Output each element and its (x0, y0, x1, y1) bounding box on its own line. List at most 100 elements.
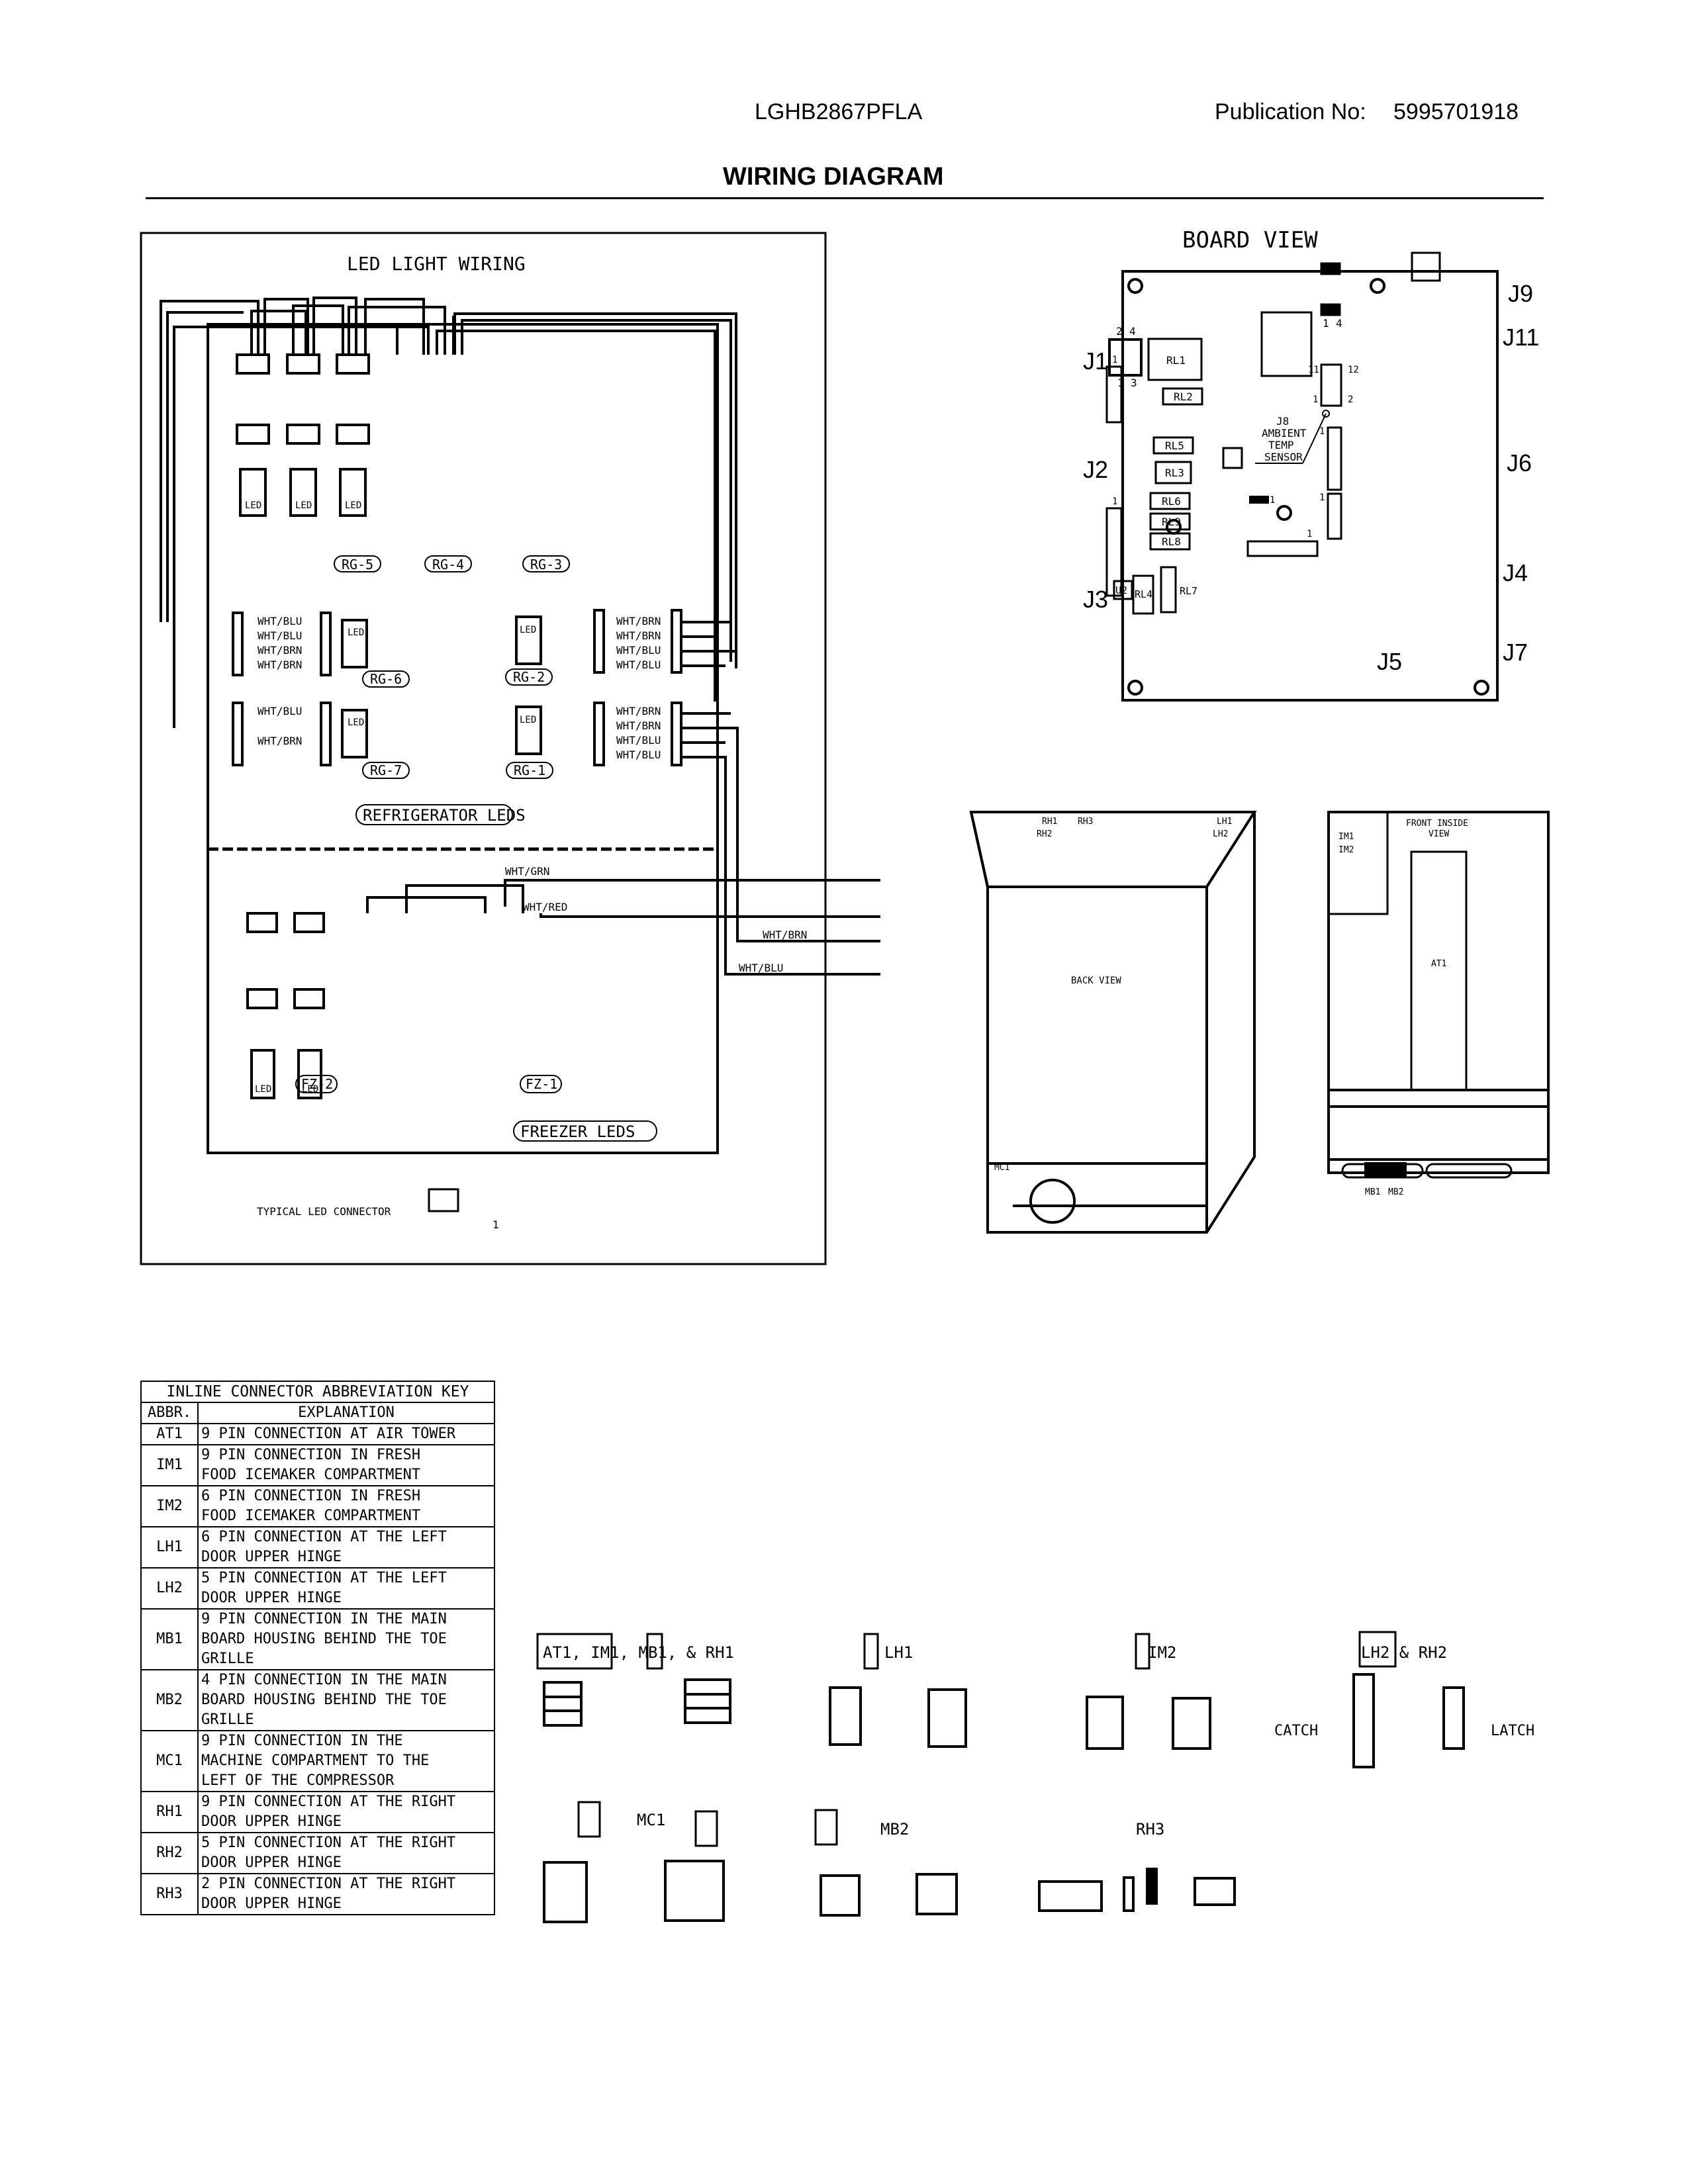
j6-pin: 12 (1348, 365, 1359, 375)
control-board (1121, 270, 1499, 702)
wire-wht-red (539, 913, 880, 918)
j6-pin: 1 (1313, 394, 1318, 405)
rl2-label: RL2 (1174, 390, 1193, 403)
catch-label: CATCH (1274, 1723, 1318, 1739)
table-row: RH3 2 PIN CONNECTION AT THE RIGHT DOOR UP… (140, 1873, 495, 1915)
conn-group-label: LH1 (884, 1643, 913, 1662)
icemaker-compartment (1327, 811, 1389, 915)
j9-label: J9 (1508, 280, 1533, 307)
connector-view-lh2-rh2 (1352, 1673, 1465, 1768)
rl8-label: RL8 (1162, 535, 1181, 548)
table-row: MC1 9 PIN CONNECTION IN THE MACHINE COMPA… (140, 1730, 495, 1792)
table-row: LH1 6 PIN CONNECTION AT THE LEFT DOOR UPP… (140, 1526, 495, 1569)
connector-view-rh3 (1038, 1868, 1236, 1912)
j2-pin: 1 (1112, 355, 1117, 365)
typical-led-connector-icon (428, 1188, 459, 1212)
board-chip (1222, 447, 1243, 469)
abbr: RH3 (140, 1873, 199, 1915)
j6-label: J6 (1507, 449, 1532, 477)
wire-label-wht-brn: WHT/BRN (763, 929, 807, 941)
mb-connector (1364, 1162, 1407, 1178)
connector-rg7-plug (320, 702, 332, 766)
compressor (1029, 1179, 1076, 1224)
u2-label: U2 (1115, 584, 1127, 596)
wire (366, 896, 487, 913)
mount-hole (1127, 680, 1143, 696)
led-label: LED (295, 500, 312, 511)
wire-label: WHT/BRN (616, 629, 661, 642)
connector-rg4-top (286, 353, 320, 517)
j4-connector (1327, 426, 1342, 491)
conn-group-label: MC1 (637, 1811, 665, 1829)
wire (166, 311, 244, 622)
abbreviation-key-table: INLINE CONNECTOR ABBREVIATION KEY ABBR. … (140, 1381, 495, 1915)
table-row: MB1 9 PIN CONNECTION IN THE MAIN BOARD HO… (140, 1608, 495, 1670)
j1-pin: 3 (1131, 377, 1137, 389)
rl6-label: RL6 (1162, 495, 1181, 508)
key-table-title: INLINE CONNECTOR ABBREVIATION KEY (140, 1381, 495, 1403)
wire-label: WHT/BLU (258, 705, 302, 717)
led-label: LED (245, 500, 261, 511)
rg2-label: RG-2 (513, 669, 545, 685)
led-label: LED (348, 717, 364, 728)
mount-hole (1370, 278, 1385, 294)
j3-pin: 1 (1112, 496, 1117, 507)
j1-label: J1 (1083, 347, 1108, 375)
rl4-label: RL4 (1135, 588, 1152, 600)
rl7-label: RL7 (1180, 585, 1197, 597)
connector-view-mc1 (543, 1860, 725, 1923)
j6-pin: 11 (1308, 365, 1319, 375)
connector-view-lh1 (829, 1686, 967, 1748)
tag-rh2: RH2 (1037, 829, 1052, 839)
wire (160, 300, 259, 622)
sensor-label: SENSOR (1264, 451, 1303, 463)
back-view-outline (970, 811, 1256, 1234)
table-row: RH1 9 PIN CONNECTION AT THE RIGHT DOOR UP… (140, 1791, 495, 1833)
connector-fz1-plug (293, 988, 325, 1009)
connector-rg6-left (232, 612, 244, 676)
wire (292, 304, 344, 355)
connector-rg7-left (232, 702, 244, 766)
relay-rl7 (1160, 566, 1177, 614)
led-label: LED (520, 715, 536, 725)
back-view-title: BACK VIEW (1071, 976, 1121, 986)
wire-label: WHT/BLU (258, 629, 302, 642)
led-label: LED (255, 1084, 271, 1095)
typical-led-connector-label: TYPICAL LED CONNECTOR (257, 1205, 391, 1218)
rg3-label: RG-3 (530, 557, 562, 572)
wire-label: WHT/BRN (258, 735, 302, 747)
wire-label: WHT/BRN (616, 615, 661, 627)
j2-label: J2 (1083, 456, 1108, 483)
wire-label-wht-grn: WHT/GRN (505, 865, 549, 878)
connector-rg5-top (236, 353, 270, 517)
j4-label: J4 (1503, 559, 1528, 586)
j11-pin: 1 (1323, 317, 1329, 330)
three-pin-header (1249, 496, 1269, 504)
j5-pin: 1 (1307, 529, 1312, 539)
j1-pin: 4 (1129, 325, 1136, 338)
rg4-label: RG-4 (432, 557, 464, 572)
abbr: IM2 (140, 1485, 199, 1527)
connector-rg6-plug (320, 612, 332, 676)
connector-rg1-right (671, 702, 682, 766)
tag-rh3: RH3 (1078, 817, 1093, 827)
connector-rg2-plug (593, 609, 605, 674)
connector-rg1-plug (593, 702, 605, 766)
connector-fz2-plug (246, 988, 278, 1009)
led-rg1 (515, 705, 542, 755)
led-label: LED (345, 500, 361, 511)
wire-label: WHT/BRN (616, 705, 661, 717)
rg5-label: RG-5 (342, 557, 373, 572)
wire-label-wht-blu: WHT/BLU (739, 962, 783, 974)
led-label: LED (520, 625, 536, 635)
connector-rg2-right (671, 609, 682, 674)
j7-pin: 1 (1319, 492, 1325, 503)
j3-label: J3 (1083, 586, 1108, 613)
wire-label-wht-red: WHT/RED (523, 901, 567, 913)
conn-group-label: RH3 (1136, 1820, 1164, 1839)
typical-led-connector-pin: 1 (492, 1218, 499, 1231)
rg1-label: RG-1 (514, 762, 545, 778)
conn-group-label: LH2 & RH2 (1361, 1643, 1447, 1662)
j5-connector (1246, 540, 1319, 557)
front-view-cabinet (1327, 811, 1550, 1174)
